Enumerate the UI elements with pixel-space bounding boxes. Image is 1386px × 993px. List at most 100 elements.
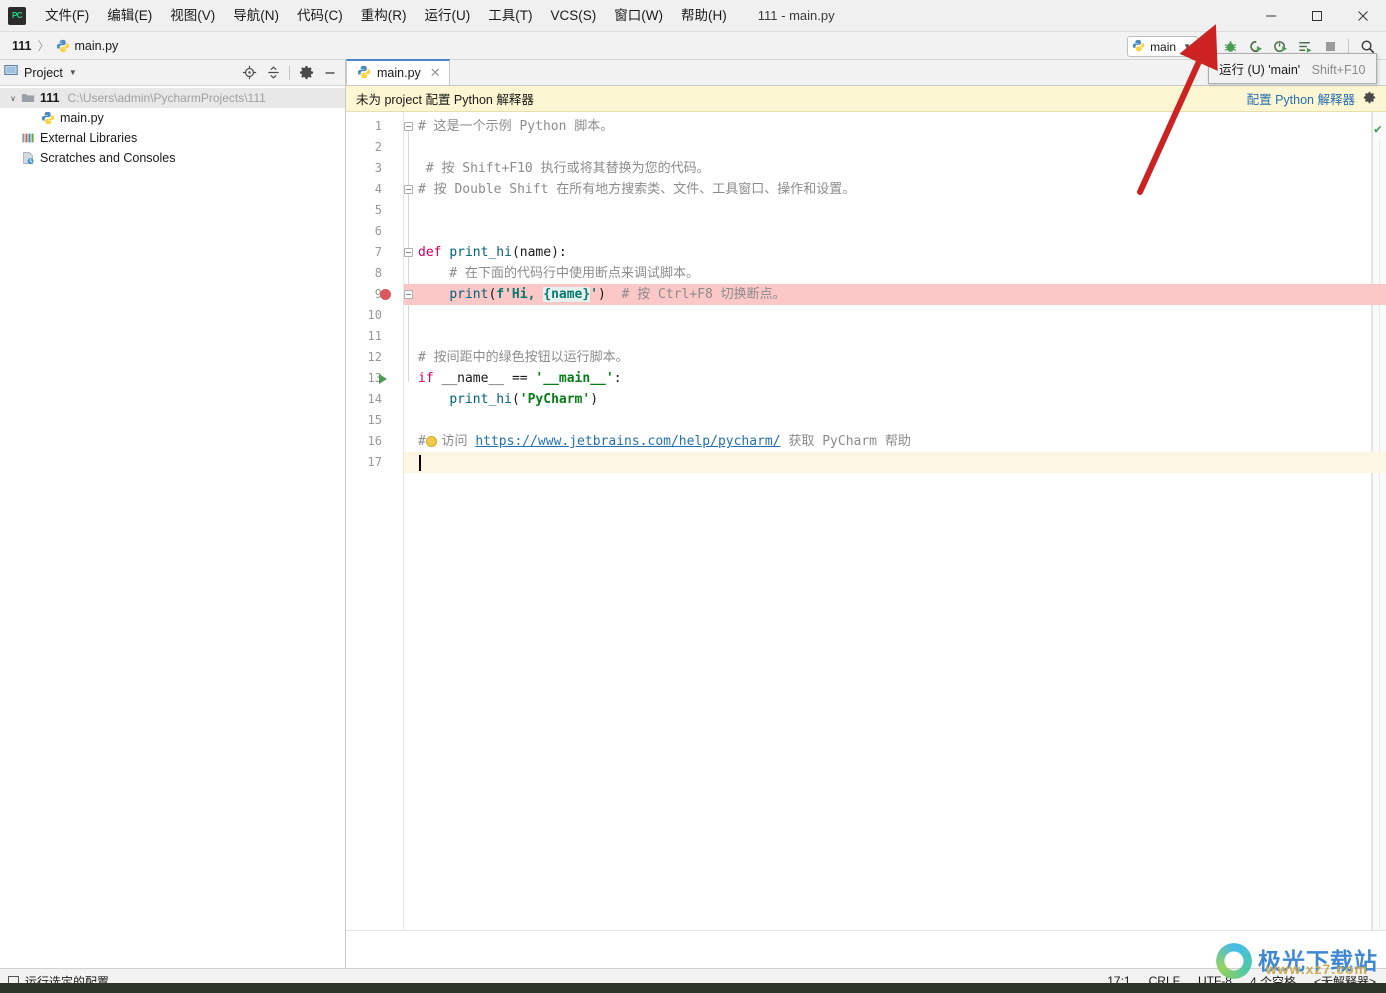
project-panel-header: Project ▼	[0, 60, 345, 86]
menu-item-4[interactable]: 代码(C)	[289, 4, 351, 28]
scratches-icon	[20, 151, 36, 165]
line-number: 13	[367, 371, 382, 385]
run-configuration-selector[interactable]: main ▼	[1127, 36, 1198, 57]
close-button[interactable]	[1340, 0, 1386, 32]
breadcrumb: 111 〉 main.py	[0, 37, 118, 54]
tree-node-label: 111	[40, 91, 60, 105]
python-file-icon	[40, 111, 56, 125]
gear-icon[interactable]	[1363, 91, 1376, 107]
tree-node-scratches[interactable]: Scratches and Consoles	[0, 148, 345, 168]
code-token[interactable]: https://www.jetbrains.com/help/pycharm/	[475, 434, 780, 449]
breakpoint-icon[interactable]	[380, 289, 391, 300]
code-token: )	[590, 392, 599, 407]
maximize-button[interactable]	[1294, 0, 1340, 32]
line-number: 6	[374, 224, 382, 238]
code-token: #	[418, 434, 426, 449]
tree-node-path: C:\Users\admin\PycharmProjects\111	[67, 91, 266, 105]
editor-tab-mainpy[interactable]: main.py ✕	[346, 59, 450, 85]
expand-chevron-icon[interactable]: ∨	[6, 94, 20, 103]
tooltip-label: 运行 (U) 'main'	[1219, 63, 1301, 77]
line-number: 16	[367, 434, 382, 448]
text-caret	[419, 455, 421, 471]
line-number: 10	[367, 308, 382, 322]
close-icon[interactable]: ✕	[430, 65, 441, 81]
pycharm-window: PC 文件(F) 编辑(E) 视图(V) 导航(N) 代码(C) 重构(R) 运行(U) 工具…	[0, 0, 1386, 993]
code-token: ):	[551, 245, 567, 260]
menu-item-9[interactable]: 窗口(W)	[606, 4, 671, 28]
code-token: # 这是一个示例 Python 脚本。	[418, 119, 614, 134]
notification-message: 未为 project 配置 Python 解释器	[356, 93, 534, 107]
code-fold-toggle-icon[interactable]	[404, 290, 413, 299]
code-line-text: # 按 Shift+F10 执行或将其替换为您的代码。	[418, 158, 710, 179]
code-token: (	[511, 392, 520, 407]
settings-gear-icon[interactable]	[295, 62, 317, 84]
tree-node-mainpy[interactable]: main.py	[0, 108, 345, 128]
python-file-icon	[56, 39, 70, 53]
code-line-text: if __name__ == '__main__':	[418, 368, 622, 389]
menu-item-1[interactable]: 编辑(E)	[99, 4, 160, 28]
editor-area: main.py ✕ 未为 project 配置 Python 解释器 配置 Py…	[346, 59, 1386, 968]
chevron-down-icon[interactable]: ▼	[69, 68, 77, 77]
line-number: 12	[367, 350, 382, 364]
code-line-text: print_hi('PyCharm')	[418, 389, 598, 410]
intention-bulb-icon[interactable]	[426, 436, 437, 447]
menu-item-7[interactable]: 工具(T)	[480, 4, 540, 28]
line-number: 11	[367, 329, 382, 343]
line-number: 4	[374, 182, 382, 196]
minimize-button[interactable]	[1248, 0, 1294, 32]
collapse-all-icon[interactable]	[262, 62, 284, 84]
line-number: 17	[367, 455, 382, 469]
configure-interpreter-link[interactable]: 配置 Python 解释器	[1247, 89, 1355, 108]
line-number: 8	[374, 266, 382, 280]
line-number: 15	[367, 413, 382, 427]
code-token: f'Hi,	[496, 287, 544, 302]
code-token: {name}	[543, 287, 591, 302]
line-number: 7	[374, 245, 382, 259]
breadcrumb-file[interactable]: main.py	[75, 39, 119, 53]
breadcrumb-project[interactable]: 111	[12, 39, 31, 53]
inspection-track	[1379, 140, 1380, 929]
code-token: def	[418, 245, 450, 260]
editor-tab-label: main.py	[377, 66, 421, 80]
run-configuration-name: main	[1150, 39, 1177, 54]
horizontal-scrollbar[interactable]	[346, 930, 1386, 942]
menu-item-6[interactable]: 运行(U)	[417, 4, 479, 28]
menu-item-8[interactable]: VCS(S)	[543, 4, 605, 28]
code-editor[interactable]: ✔ 1 # 这是一个示例 Python 脚本。 2 3 # 按 Shift+F10 执…	[346, 112, 1386, 942]
menu-item-2[interactable]: 视图(V)	[162, 4, 223, 28]
code-fold-toggle-icon[interactable]	[404, 248, 413, 257]
menu-item-3[interactable]: 导航(N)	[225, 4, 287, 28]
code-token: )	[598, 287, 606, 302]
code-token: :	[613, 371, 622, 386]
libraries-icon	[20, 131, 36, 145]
caret-line-highlight	[404, 452, 1386, 473]
select-opened-file-icon[interactable]	[238, 62, 260, 84]
menu-item-5[interactable]: 重构(R)	[353, 4, 415, 28]
tree-node-project[interactable]: ∨ 111 C:\Users\admin\PycharmProjects\111	[0, 88, 345, 108]
menu-item-0[interactable]: 文件(F)	[37, 4, 97, 28]
menu-item-10[interactable]: 帮助(H)	[673, 4, 735, 28]
code-fold-toggle-icon[interactable]	[404, 185, 413, 194]
code-line-text: # 在下面的代码行中使用断点来调试脚本。	[418, 263, 699, 284]
pycharm-logo-icon: PC	[8, 6, 26, 25]
code-token: name	[519, 245, 552, 260]
panel-divider	[289, 65, 290, 80]
line-number: 2	[374, 140, 382, 154]
project-tool-window: Project ▼ ∨ 111 C:\Users\admin\PycharmPr…	[0, 60, 346, 968]
code-token: # 在下面的代码行中使用断点来调试脚本。	[418, 266, 699, 281]
python-file-icon	[357, 65, 371, 82]
navigation-bar: 111 〉 main.py main ▼	[0, 32, 1386, 60]
hide-panel-icon[interactable]	[319, 62, 341, 84]
folder-icon	[20, 91, 36, 105]
tree-node-external-libraries[interactable]: External Libraries	[0, 128, 345, 148]
project-panel-title: Project	[24, 65, 63, 80]
code-line-text: # 访问 https://www.jetbrains.com/help/pych…	[418, 431, 911, 452]
tree-node-label: Scratches and Consoles	[40, 151, 176, 165]
chevron-down-icon: ▼	[1183, 42, 1191, 51]
code-token: ==	[511, 371, 536, 386]
line-number: 9	[374, 287, 382, 301]
gutter-run-icon[interactable]	[379, 374, 387, 384]
inspection-sidebar[interactable]: ✔	[1372, 112, 1386, 942]
code-fold-toggle-icon[interactable]	[404, 122, 413, 131]
title-bar: PC 文件(F) 编辑(E) 视图(V) 导航(N) 代码(C) 重构(R) 运行(U) 工具…	[0, 0, 1386, 32]
